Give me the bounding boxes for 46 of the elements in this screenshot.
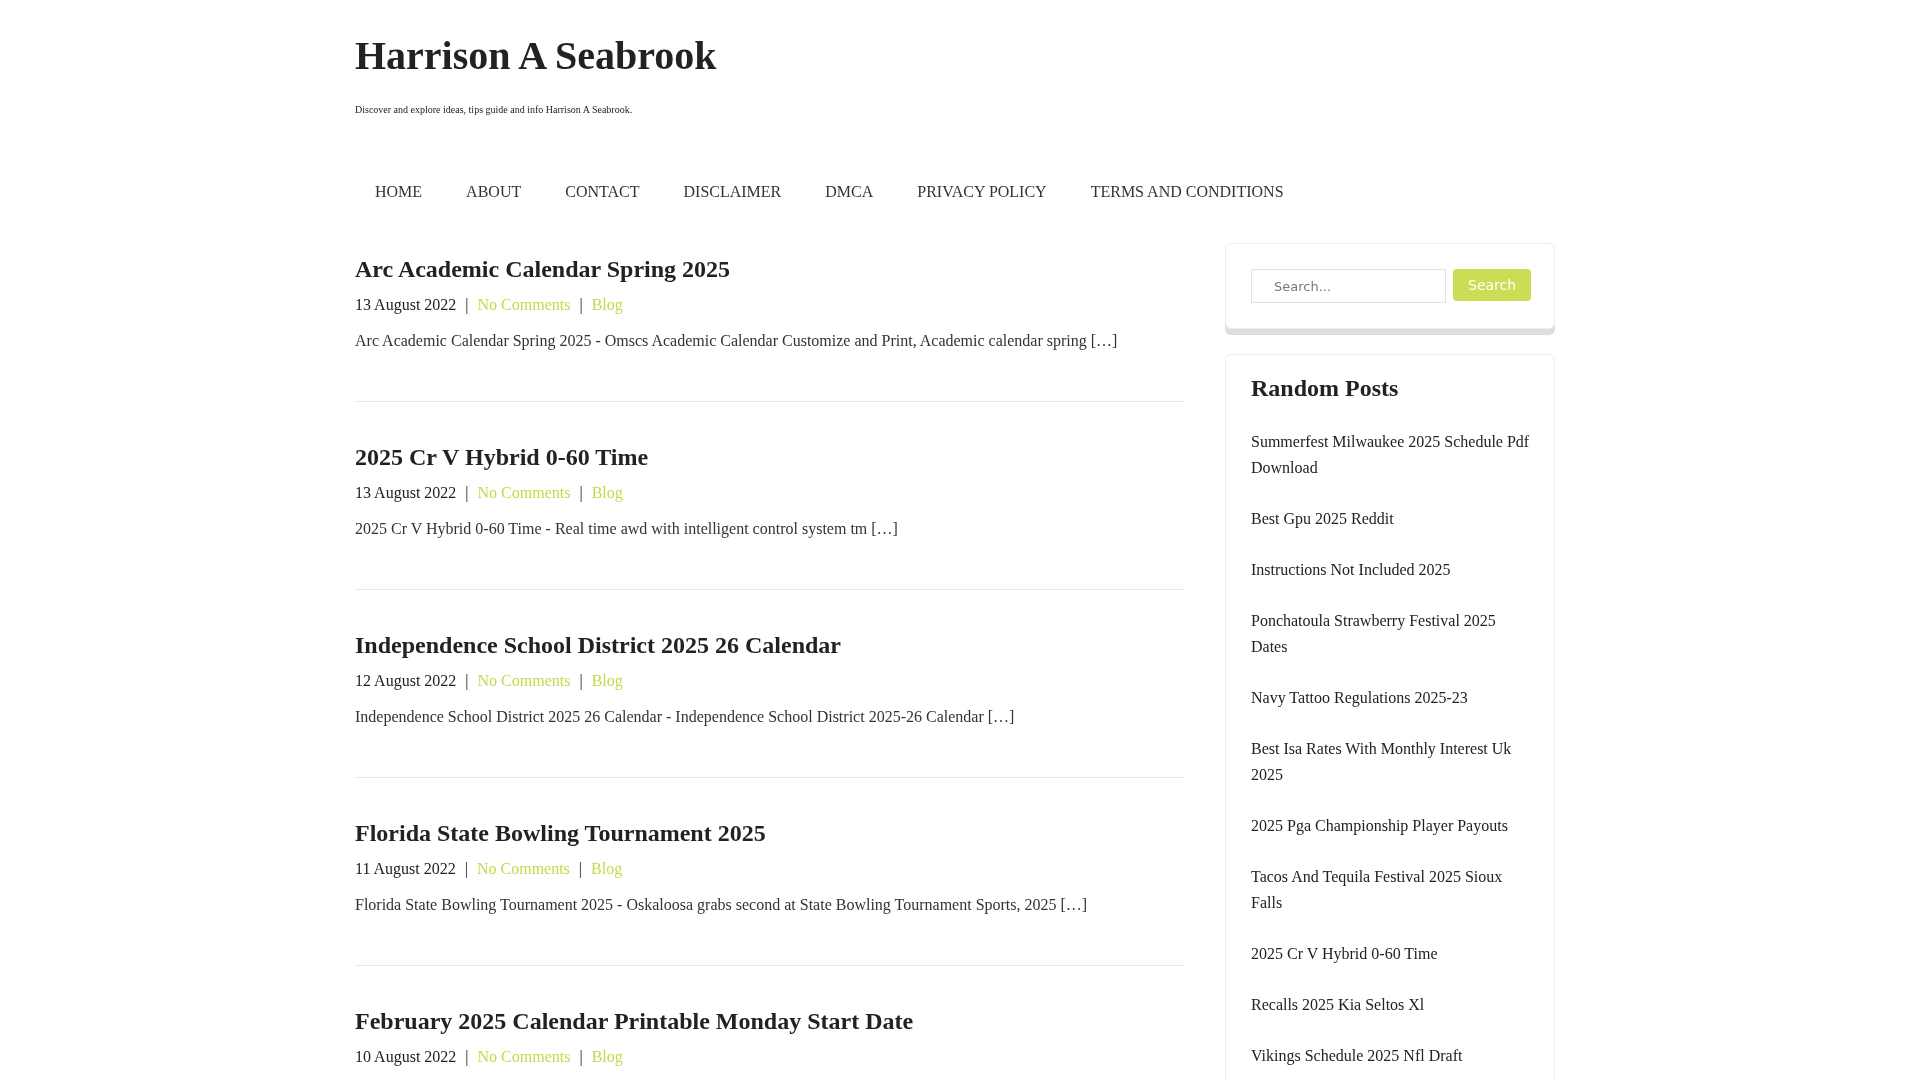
random-post-link[interactable]: Tacos And Tequila Festival 2025 Sioux Falls <box>1251 864 1534 916</box>
post-date: 13 August 2022 <box>355 483 457 504</box>
post-date: 12 August 2022 <box>355 671 457 692</box>
post-date: 10 August 2022 <box>355 1047 457 1068</box>
post-title[interactable]: Florida State Bowling Tournament 2025 <box>355 817 766 849</box>
random-post-link[interactable]: Instructions Not Included 2025 <box>1251 557 1534 583</box>
nav-link[interactable]: DISCLAIMER <box>661 181 804 203</box>
search-field[interactable]: Search... <box>1251 269 1446 303</box>
nav-link[interactable]: PRIVACY POLICY <box>895 181 1069 203</box>
post-excerpt: Florida State Bowling Tournament 2025 - Oskaloosa grabs second at State Bowling Tournament Sports, 2025 […] <box>355 895 1089 916</box>
site-title[interactable]: Harrison A Seabrook <box>355 30 717 82</box>
post-title[interactable]: Independence School District 2025 26 Calendar <box>355 629 841 661</box>
post-date: 11 August 2022 <box>355 859 456 880</box>
nav-link[interactable]: DMCA <box>803 181 896 203</box>
random-post-link[interactable]: 2025 Cr V Hybrid 0-60 Time <box>1251 941 1534 967</box>
post-title[interactable]: 2025 Cr V Hybrid 0-60 Time <box>355 441 649 473</box>
random-post-link[interactable]: Summerfest Milwaukee 2025 Schedule Pdf Download <box>1251 429 1534 481</box>
meta-separator: | <box>465 1047 469 1068</box>
post-title[interactable]: Arc Academic Calendar Spring 2025 <box>355 253 731 285</box>
meta-separator: | <box>579 671 583 692</box>
meta-separator: | <box>579 483 583 504</box>
post-date: 13 August 2022 <box>355 295 457 316</box>
nav-link[interactable]: ABOUT <box>444 181 544 203</box>
widget-title: Random Posts <box>1251 374 1400 403</box>
meta-separator: | <box>578 859 583 880</box>
random-post-link[interactable]: Best Gpu 2025 Reddit <box>1251 506 1534 532</box>
post-title[interactable]: February 2025 Calendar Printable Monday Start Date <box>355 1005 914 1037</box>
meta-separator: | <box>465 295 469 316</box>
random-post-link[interactable]: 2025 Pga Championship Player Payouts <box>1251 813 1534 839</box>
random-post-link[interactable]: Navy Tattoo Regulations 2025-23 <box>1251 685 1534 711</box>
post-excerpt: Arc Academic Calendar Spring 2025 - Omscs Academic Calendar Customize and Print, Academic calendar spring […] <box>355 331 1119 352</box>
meta-separator: | <box>465 671 469 692</box>
nav-link[interactable]: HOME <box>355 181 445 203</box>
nav-link[interactable]: TERMS AND CONDITIONS <box>1068 181 1306 203</box>
random-post-link[interactable]: Recalls 2025 Kia Seltos Xl <box>1251 992 1534 1018</box>
post-excerpt: 2025 Cr V Hybrid 0-60 Time - Real time awd with intelligent control system tm […] <box>355 519 899 540</box>
random-post-link[interactable]: Best Isa Rates With Monthly Interest Uk 2025 <box>1251 736 1534 788</box>
post-excerpt: Independence School District 2025 26 Calendar - Independence School District 2025-26 Calendar […] <box>355 707 1016 728</box>
meta-separator: | <box>465 483 469 504</box>
meta-separator: | <box>579 1047 583 1068</box>
meta-separator: | <box>464 859 468 880</box>
random-post-link[interactable]: Vikings Schedule 2025 Nfl Draft <box>1251 1043 1534 1069</box>
meta-separator: | <box>579 295 583 316</box>
site-tagline: Discover and explore ideas, tips guide and info Harrison A Seabrook. <box>355 104 633 115</box>
random-post-link[interactable]: Ponchatoula Strawberry Festival 2025 Dates <box>1251 608 1534 660</box>
nav-link[interactable]: CONTACT <box>543 181 662 203</box>
